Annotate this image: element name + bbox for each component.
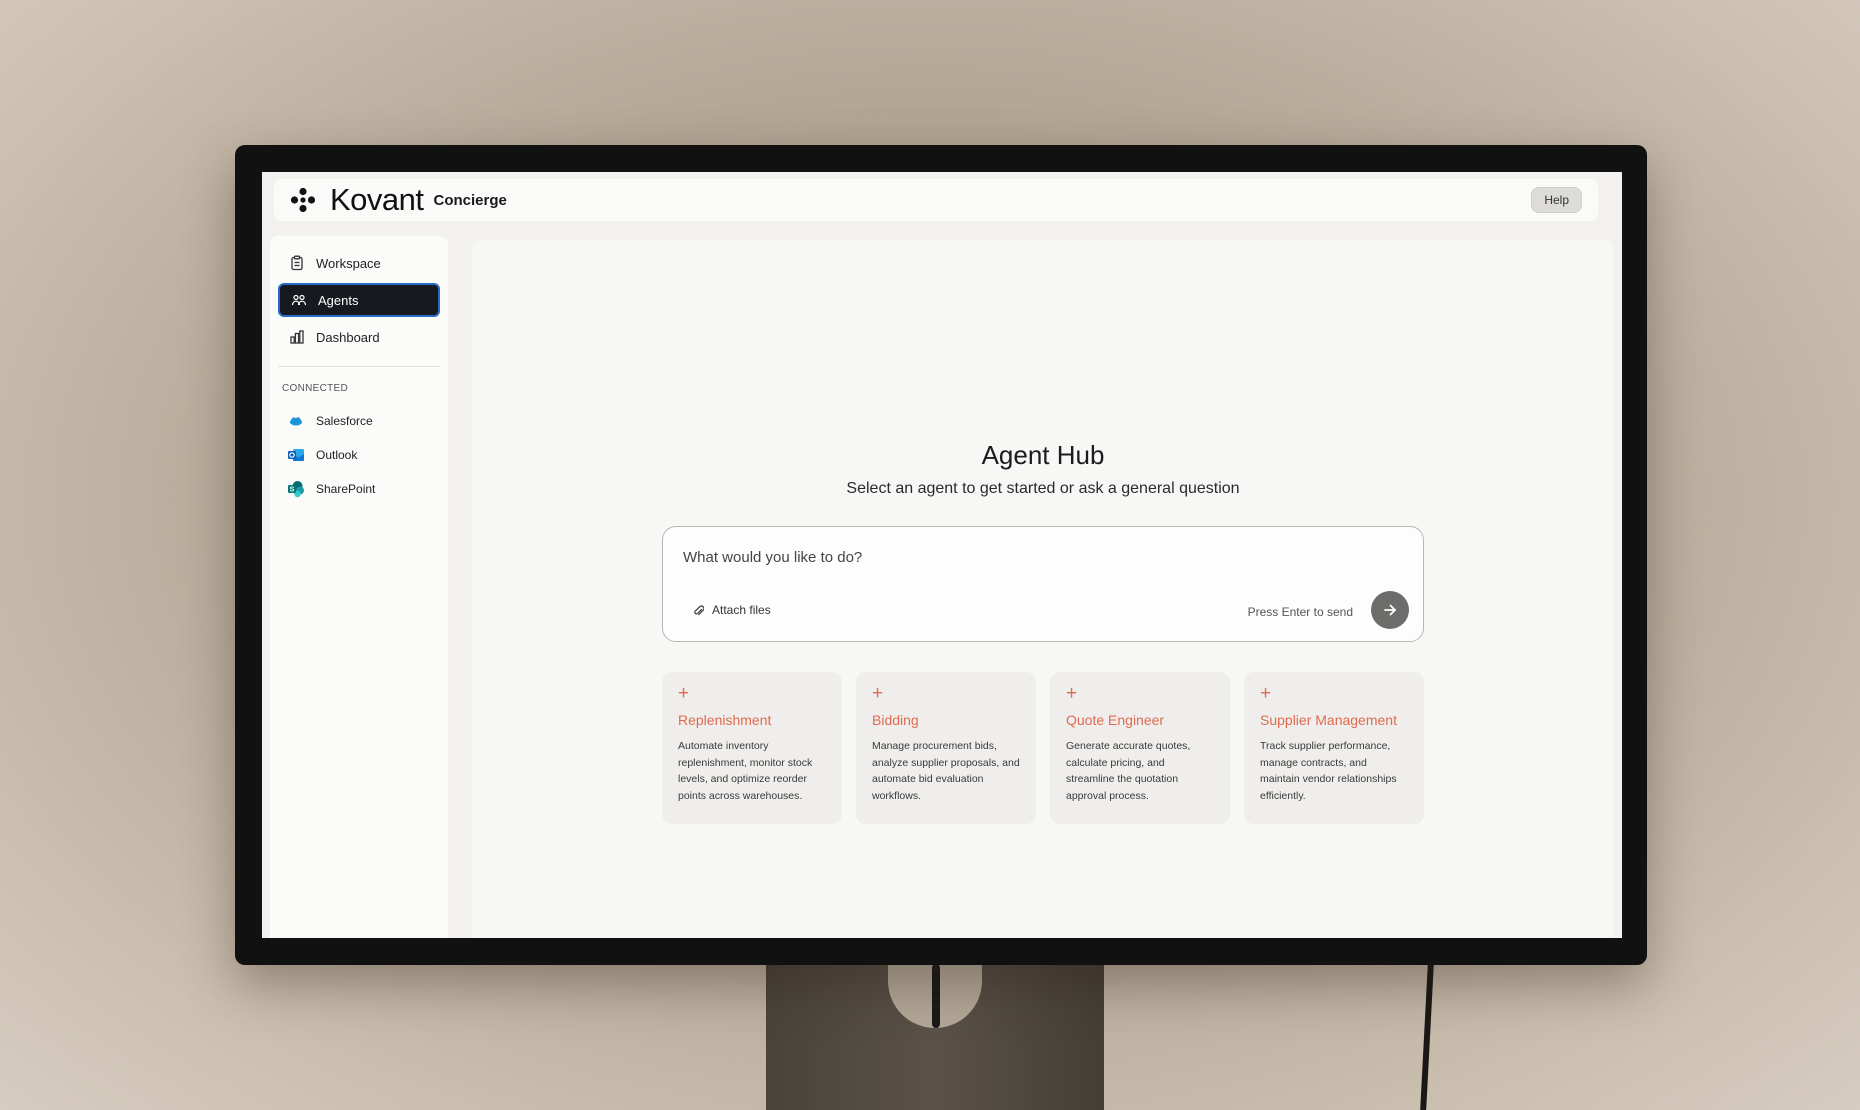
prompt-input[interactable] (683, 545, 1383, 569)
plus-icon: + (678, 683, 690, 704)
sidebar-item-workspace[interactable]: Workspace (278, 246, 440, 280)
bar-chart-icon (289, 329, 305, 345)
sidebar-divider (278, 366, 440, 367)
main-panel: Agent Hub Select an agent to get started… (472, 240, 1614, 938)
kovant-logo-icon (290, 187, 316, 213)
agent-card-title: Supplier Management (1260, 712, 1397, 728)
agent-cards: + Replenishment Automate inventory reple… (662, 672, 1424, 824)
sharepoint-icon: S (287, 480, 305, 498)
app-screen: Kovant Concierge Help Workspace Agents D… (262, 172, 1622, 938)
app-header: Kovant Concierge Help (274, 179, 1598, 221)
agent-card-replenishment[interactable]: + Replenishment Automate inventory reple… (662, 672, 842, 824)
outlook-icon (287, 446, 305, 464)
connected-item-label: SharePoint (316, 482, 376, 496)
connected-item-salesforce[interactable]: Salesforce (278, 404, 440, 438)
agent-card-description: Manage procurement bids, analyze supplie… (872, 740, 1020, 802)
svg-text:S: S (290, 487, 295, 494)
connected-item-sharepoint[interactable]: S SharePoint (278, 472, 440, 506)
agent-card-description: Automate inventory replenishment, monito… (678, 740, 813, 802)
agent-card-bidding[interactable]: + Bidding Manage procurement bids, analy… (856, 672, 1036, 824)
arrow-right-icon (1384, 604, 1396, 616)
connected-item-label: Salesforce (316, 414, 373, 428)
agent-card-description: Track supplier performance, manage contr… (1260, 740, 1397, 802)
sidebar-item-agents[interactable]: Agents (278, 283, 440, 317)
agent-card-title: Bidding (872, 712, 919, 728)
connected-item-outlook[interactable]: Outlook (278, 438, 440, 472)
attach-files-label: Attach files (712, 603, 771, 617)
prompt-box: Attach files Press Enter to send (662, 526, 1424, 642)
sidebar: Workspace Agents Dashboard CONNECTED Sal… (270, 236, 448, 938)
brand-name: Kovant (330, 182, 424, 217)
clipboard-icon (289, 255, 305, 271)
page-subtitle: Select an agent to get started or ask a … (846, 480, 1240, 497)
agent-card-title: Replenishment (678, 712, 772, 728)
attach-files-button[interactable]: Attach files (693, 603, 771, 617)
plus-icon: + (1260, 683, 1272, 704)
sidebar-item-label: Workspace (316, 255, 381, 271)
paperclip-icon (693, 604, 704, 617)
product-name: Concierge (433, 191, 507, 209)
plus-icon: + (1066, 683, 1078, 704)
sidebar-item-label: Agents (318, 292, 359, 308)
connected-item-label: Outlook (316, 448, 358, 462)
salesforce-icon (287, 412, 305, 430)
agent-card-supplier-management[interactable]: + Supplier Management Track supplier per… (1244, 672, 1424, 824)
agents-icon (291, 292, 307, 308)
page-title: Agent Hub (981, 440, 1105, 470)
sidebar-item-label: Dashboard (316, 329, 380, 345)
agent-card-title: Quote Engineer (1066, 712, 1165, 728)
send-button[interactable] (1371, 591, 1409, 629)
connected-heading: CONNECTED (282, 383, 349, 394)
plus-icon: + (872, 683, 884, 704)
sidebar-item-dashboard[interactable]: Dashboard (278, 320, 440, 354)
monitor-cable (932, 964, 940, 1028)
power-cable (1420, 961, 1434, 1110)
agent-card-description: Generate accurate quotes, calculate pric… (1066, 740, 1191, 802)
help-button[interactable]: Help (1531, 187, 1582, 213)
enter-hint: Press Enter to send (1247, 605, 1353, 619)
agent-card-quote-engineer[interactable]: + Quote Engineer Generate accurate quote… (1050, 672, 1230, 824)
